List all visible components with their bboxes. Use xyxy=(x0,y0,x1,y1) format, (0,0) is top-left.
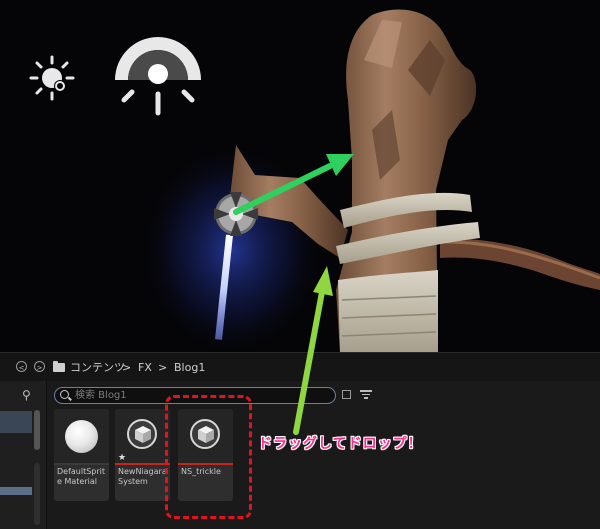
asset-thumbnail: ★ xyxy=(115,409,170,463)
asset-type-bar xyxy=(115,463,170,465)
asset-label: NewNiagara System xyxy=(118,467,167,486)
level-viewport[interactable] xyxy=(0,0,600,352)
star-icon: ★ xyxy=(118,453,127,463)
particle-glow xyxy=(137,140,327,352)
viewport-scene xyxy=(29,9,600,352)
filter-icon[interactable] xyxy=(358,390,374,400)
breadcrumb-item-blog1[interactable]: Blog1 xyxy=(174,361,205,374)
directional-light-icon xyxy=(115,37,201,116)
asset-tile-default-sprite-material[interactable]: DefaultSprite Material xyxy=(54,409,109,501)
asset-thumbnail xyxy=(54,409,109,463)
folder-tree-scrollbar-track[interactable] xyxy=(34,463,40,525)
history-forward-icon[interactable]: > xyxy=(34,361,45,372)
asset-tile-new-niagara-system[interactable]: ★ NewNiagara System xyxy=(115,409,170,501)
save-search-icon[interactable] xyxy=(342,390,351,399)
asset-type-bar xyxy=(54,463,109,465)
content-browser: < > コンテンツ > FX > Blog1 ⚲ 検索 Blog1 Defaul… xyxy=(0,352,600,529)
breadcrumb-root[interactable]: コンテンツ xyxy=(70,361,125,374)
folder-tree-panel: ⚲ xyxy=(0,381,47,529)
folder-tree-highlight-row[interactable] xyxy=(0,487,32,495)
breadcrumb-separator[interactable]: > xyxy=(158,361,167,374)
pipe-mesh xyxy=(440,238,600,290)
sky-light-icon xyxy=(29,55,75,101)
asset-label: DefaultSprite Material xyxy=(57,467,106,486)
search-placeholder: 検索 Blog1 xyxy=(75,390,127,401)
niagara-system-icon xyxy=(127,419,157,449)
breadcrumb-item-fx[interactable]: FX xyxy=(138,361,152,374)
folder-icon xyxy=(53,361,65,372)
folder-tree-selected-row[interactable] xyxy=(0,411,32,433)
breadcrumb-separator[interactable]: > xyxy=(122,361,131,374)
rope-lower xyxy=(338,270,438,352)
search-icon xyxy=(60,390,69,399)
path-bar: < > コンテンツ > FX > Blog1 xyxy=(0,352,600,381)
history-back-icon[interactable]: < xyxy=(16,361,27,372)
annotation-text: ドラッグしてドロップ！ xyxy=(258,436,423,452)
folder-tree-scrollbar[interactable] xyxy=(34,410,40,450)
material-sphere-icon xyxy=(65,420,98,453)
search-icon[interactable]: ⚲ xyxy=(22,388,31,402)
highlight-dashed-box xyxy=(165,395,252,519)
